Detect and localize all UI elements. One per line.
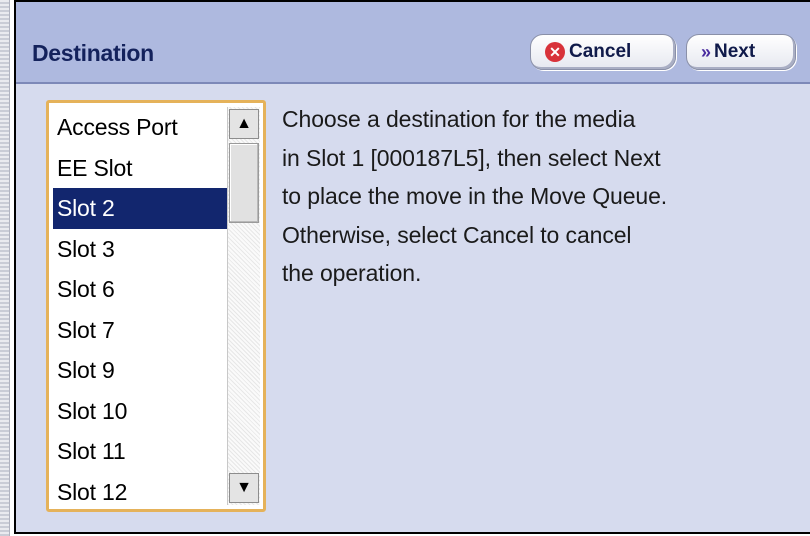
cancel-button[interactable]: ✕ Cancel bbox=[530, 34, 676, 70]
list-item[interactable]: Slot 9 bbox=[53, 350, 231, 391]
list-item[interactable]: Slot 12 bbox=[53, 472, 231, 513]
cancel-button-label: Cancel bbox=[569, 41, 632, 62]
list-item[interactable]: Slot 6 bbox=[53, 269, 231, 310]
scroll-down-button[interactable]: ▼ bbox=[229, 473, 259, 503]
scroll-up-button[interactable]: ▲ bbox=[229, 109, 259, 139]
list-item[interactable]: Slot 7 bbox=[53, 310, 231, 351]
list-item[interactable]: Slot 3 bbox=[53, 229, 231, 270]
destination-list: Access Port EE Slot Slot 2 Slot 3 Slot 6… bbox=[53, 107, 231, 512]
double-chevron-right-icon: » bbox=[701, 41, 711, 62]
instruction-text: Choose a destination for the media in Sl… bbox=[282, 100, 802, 293]
next-button-label: Next bbox=[714, 41, 756, 62]
panel-header: Destination ✕ Cancel » Next bbox=[16, 2, 810, 84]
list-item[interactable]: Access Port bbox=[53, 107, 231, 148]
instruction-line: in Slot 1 [000187L5], then select Next bbox=[282, 144, 661, 171]
instruction-line: Choose a destination for the media bbox=[282, 106, 636, 132]
list-item[interactable]: EE Slot bbox=[53, 148, 231, 189]
next-button[interactable]: » Next bbox=[686, 34, 796, 70]
triangle-up-icon: ▲ bbox=[236, 115, 252, 132]
destination-panel: Destination ✕ Cancel » Next Access Port … bbox=[14, 0, 810, 534]
list-item[interactable]: Slot 11 bbox=[53, 431, 231, 472]
list-item[interactable]: Slot 10 bbox=[53, 391, 231, 432]
cancel-circle-icon: ✕ bbox=[545, 42, 565, 62]
page-title: Destination bbox=[32, 40, 154, 66]
instruction-line: the operation. bbox=[282, 260, 422, 286]
instruction-line: Otherwise, select Cancel to cancel bbox=[282, 221, 632, 248]
instruction-line: to place the move in the Move Queue. bbox=[282, 183, 668, 209]
list-scrollbar[interactable]: ▲ ▼ bbox=[227, 107, 260, 505]
window-edge-strip bbox=[0, 0, 10, 536]
list-item-selected[interactable]: Slot 2 bbox=[53, 188, 231, 229]
triangle-down-icon: ▼ bbox=[236, 479, 252, 496]
destination-listbox[interactable]: Access Port EE Slot Slot 2 Slot 3 Slot 6… bbox=[46, 100, 266, 512]
scrollbar-thumb[interactable] bbox=[229, 143, 259, 223]
